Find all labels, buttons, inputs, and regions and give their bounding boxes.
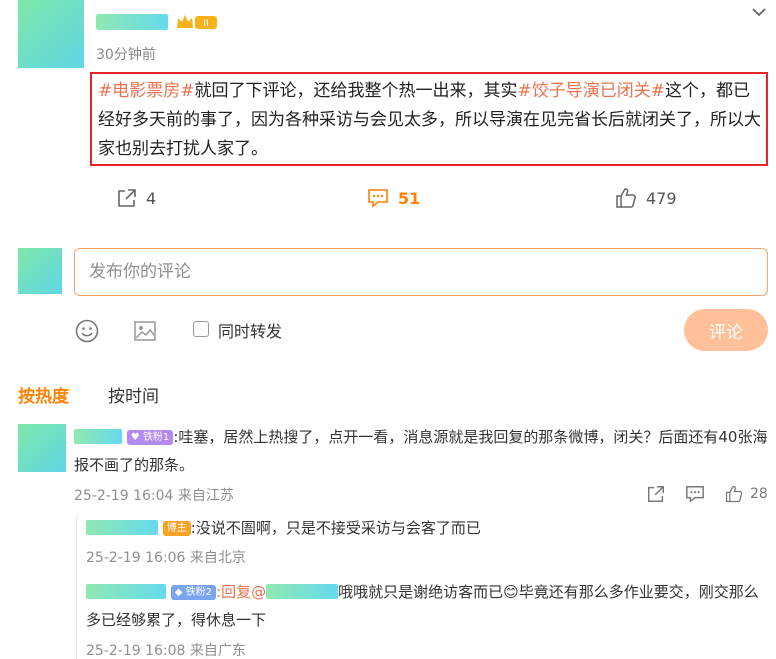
comment-body: :哇塞，居然上热搜了，点开一看，消息源就是我回复的那条微博，闭关？后面还有40张… xyxy=(74,428,768,474)
like-button[interactable]: 479 xyxy=(614,186,677,210)
comment-button[interactable]: 51 xyxy=(366,186,420,210)
comment-like-button[interactable]: 28 xyxy=(724,484,768,504)
reply-body: 哦哦就只是谢绝访客而已 xyxy=(338,583,504,601)
comment-repost-button[interactable] xyxy=(646,484,666,504)
post-body-text: #电影票房#就回了下评论，还给我整个热一出来，其实#饺子导演已闭关#这个，都已经… xyxy=(90,72,768,166)
reply-thread-divider xyxy=(76,516,77,659)
fan-badge: ♥ 铁粉1 xyxy=(126,430,174,445)
reply-prefix: :回复@ xyxy=(216,583,267,601)
comment-text: ♥ 铁粉1:哇塞，居然上热搜了，点开一看，消息源就是我回复的那条微博，闭关？后面… xyxy=(74,423,770,479)
repost-count: 4 xyxy=(146,188,157,208)
reply-text: ◆ 铁粉2:回复@ 哦哦就只是谢绝访客而已😊毕竟还有那么多作业要交，刚交那么多已经… xyxy=(86,578,766,634)
smile-emoji-icon: 😊 xyxy=(503,583,519,601)
topic-link[interactable]: #饺子导演已闭关# xyxy=(518,81,666,101)
repost-checkbox[interactable] xyxy=(193,321,209,337)
comment-icon xyxy=(686,486,704,503)
comment-reply-button[interactable] xyxy=(684,484,706,504)
reply-meta: 25-2-19 16:06 来自北京 xyxy=(86,550,246,566)
thumbs-up-icon xyxy=(725,485,743,503)
commenter-avatar[interactable] xyxy=(18,424,66,472)
comment-like-count: 28 xyxy=(750,486,768,502)
tab-sort-by-time[interactable]: 按时间 xyxy=(108,382,159,407)
replier-name-redacted[interactable] xyxy=(86,520,158,535)
post-timestamp[interactable]: 30分钟前 xyxy=(96,44,156,64)
submit-comment-button[interactable]: 评论 xyxy=(684,309,768,351)
tab-sort-by-hot[interactable]: 按热度 xyxy=(18,382,69,407)
level-badge-text: II xyxy=(203,19,208,29)
share-icon xyxy=(648,486,664,502)
replier-name-redacted[interactable] xyxy=(86,584,166,599)
author-badge: 博主 xyxy=(162,521,191,536)
fan-badge: ◆ 铁粉2 xyxy=(170,585,217,600)
repost-button[interactable]: 4 xyxy=(116,186,156,210)
reply-text: 博主:没说不圄啊，只是不接受采访与会客了而已 xyxy=(86,514,766,542)
topic-link[interactable]: #电影票房# xyxy=(98,81,195,101)
emoji-icon[interactable] xyxy=(74,318,100,344)
member-level-badge: II xyxy=(175,12,219,32)
post-text-segment: 就回了下评论，还给我整个热一出来，其实 xyxy=(194,81,518,101)
repost-checkbox-label[interactable]: 同时转发 xyxy=(218,318,282,342)
comment-meta: 25-2-19 16:04 来自江苏 xyxy=(74,488,234,504)
current-user-avatar xyxy=(18,248,62,294)
crown-icon xyxy=(177,15,193,28)
post-author-name-redacted[interactable] xyxy=(96,14,168,30)
comment-input[interactable] xyxy=(74,248,768,296)
comment-count: 51 xyxy=(398,188,421,208)
share-icon xyxy=(118,189,136,207)
reply-body: :没说不圄啊，只是不接受采访与会客了而已 xyxy=(190,519,481,537)
chevron-down-icon[interactable] xyxy=(748,2,770,22)
reply-meta: 25-2-19 16:08 来自广东 xyxy=(86,643,246,659)
mentioned-user-redacted[interactable] xyxy=(266,584,339,599)
post-author-avatar[interactable] xyxy=(18,0,84,68)
comment-icon xyxy=(368,189,388,208)
image-icon[interactable] xyxy=(132,318,158,344)
like-count: 479 xyxy=(646,188,677,208)
commenter-name-redacted[interactable] xyxy=(74,429,122,444)
thumbs-up-icon xyxy=(616,188,636,208)
